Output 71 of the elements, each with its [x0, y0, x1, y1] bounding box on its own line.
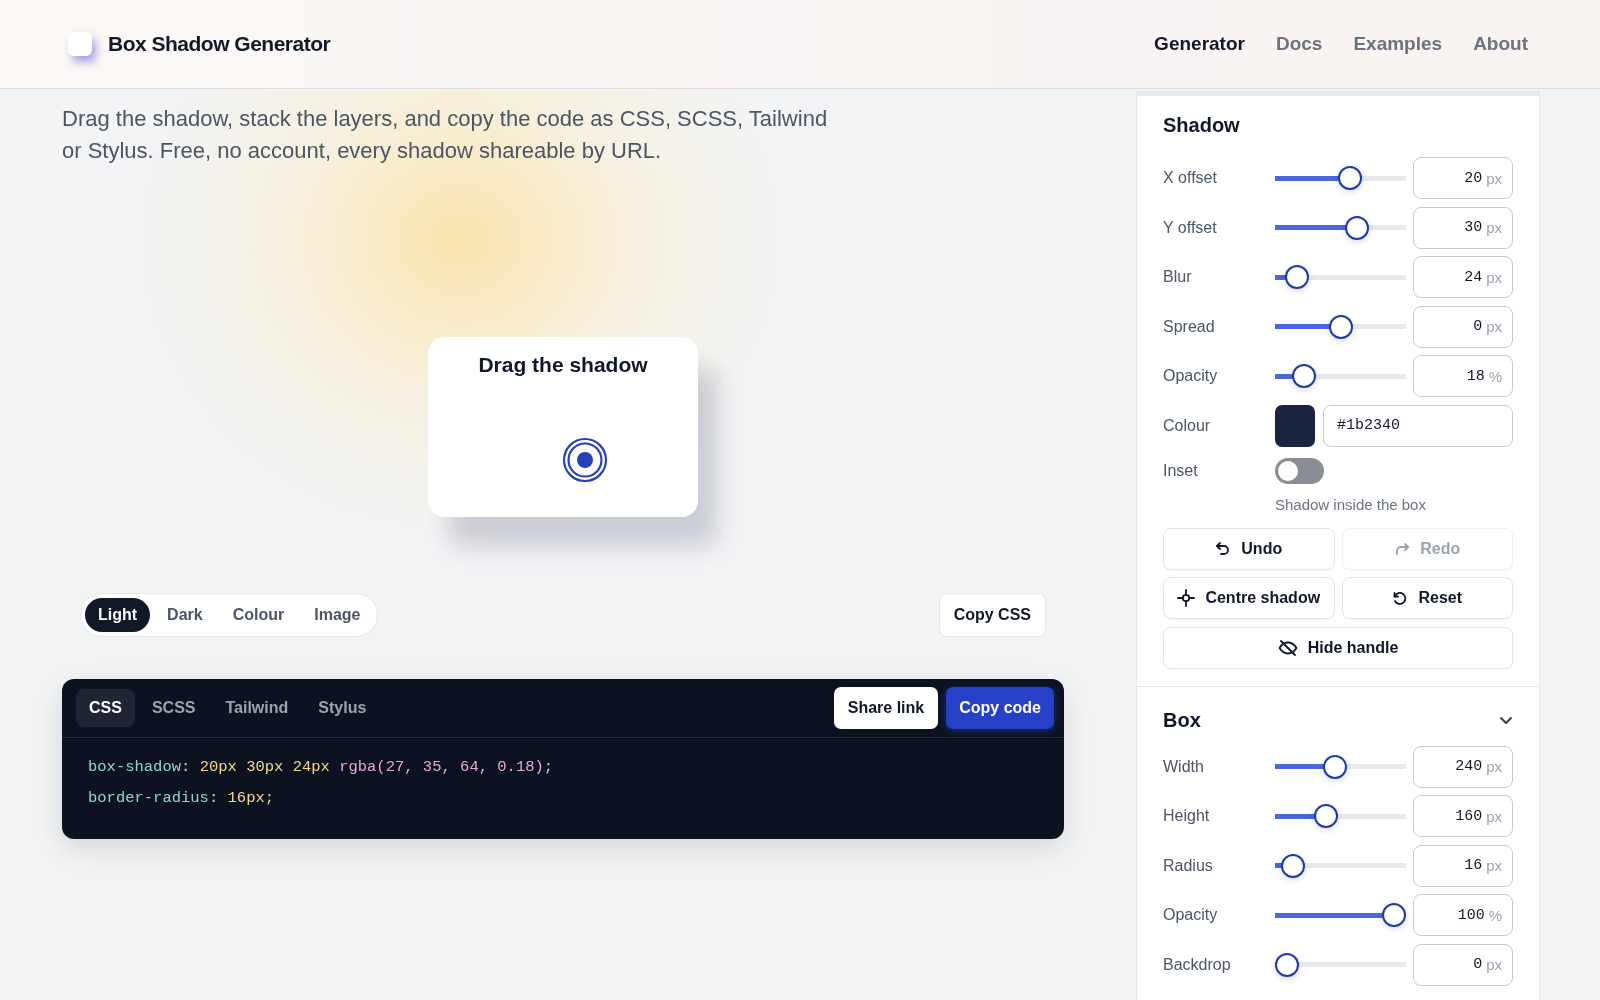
slider-label: Spread [1163, 317, 1216, 336]
code-tab[interactable]: CSS [76, 689, 135, 727]
card-title: Drag the shadow [478, 353, 648, 378]
colour-label: Colour [1163, 416, 1212, 435]
background-option[interactable]: Light [85, 598, 151, 632]
value-field[interactable]: 0 px [1413, 305, 1513, 348]
section-title: Shadow [1163, 114, 1241, 137]
inset-hint: Shadow inside the box [1275, 495, 1427, 515]
slider-thumb[interactable] [1275, 952, 1299, 977]
crosshair-button[interactable]: Centre shadow [1163, 577, 1335, 619]
reset-icon [1392, 590, 1409, 606]
copy-code-button[interactable]: Copy code [946, 687, 1054, 729]
undo-icon [1215, 540, 1232, 557]
code-tab[interactable]: Tailwind [212, 689, 302, 727]
value-field[interactable]: 30 px [1413, 206, 1513, 249]
copy-css-button[interactable]: Copy CSS [938, 593, 1046, 637]
slider-thumb[interactable] [1328, 314, 1353, 339]
preview-card[interactable]: Drag the shadow [428, 337, 698, 517]
background-option[interactable]: Image [301, 598, 374, 632]
code-line: box-shadow: 20px 30px 24px rgba(27, 35, 64, 0.18); [88, 758, 555, 778]
drag-handle-icon[interactable] [562, 437, 608, 483]
slider-label: X offset [1163, 169, 1218, 187]
intro-text: Drag the shadow, stack the layers, and copy the code as CSS, SCSS, Tailwind or Stylus. Free, no account, every shadow shareable by URL. [62, 105, 829, 165]
slider-label: Opacity [1163, 367, 1219, 385]
slider-label: Backdrop [1163, 955, 1232, 974]
section-title: Box [1163, 708, 1201, 732]
value-field[interactable]: 24 px [1413, 256, 1513, 298]
slider-thumb[interactable] [1284, 265, 1309, 289]
value-field[interactable]: 18 % [1413, 355, 1513, 397]
nav-link[interactable]: About [1473, 33, 1528, 55]
code-tab[interactable]: Stylus [305, 689, 380, 727]
inset-toggle[interactable] [1275, 458, 1324, 484]
background-option[interactable]: Colour [219, 598, 298, 632]
slider-thumb[interactable] [1313, 804, 1338, 828]
share-link-button[interactable]: Share link [833, 687, 939, 729]
background-option[interactable]: Dark [154, 598, 216, 632]
slider-label: Blur [1163, 268, 1193, 286]
slider-label: Height [1163, 807, 1211, 825]
slider-thumb[interactable] [1281, 853, 1306, 878]
site-title[interactable]: Box Shadow Generator [108, 32, 331, 56]
slider-thumb[interactable] [1344, 215, 1369, 240]
nav-link[interactable]: Examples [1353, 33, 1443, 55]
slider-thumb[interactable] [1323, 754, 1348, 779]
slider-label: Width [1163, 757, 1205, 776]
undo-button[interactable]: Undo [1163, 527, 1335, 570]
chevron-icon[interactable] [1499, 715, 1513, 725]
inset-label: Inset [1163, 462, 1199, 480]
eye-off-icon [1277, 638, 1298, 657]
slider-thumb[interactable] [1292, 364, 1317, 388]
redo-icon [1394, 540, 1411, 557]
slider-thumb[interactable] [1382, 903, 1406, 927]
code-tab[interactable]: SCSS [138, 689, 209, 727]
code-line: border-radius: 16px; [88, 789, 276, 809]
value-field[interactable]: 160 px [1413, 795, 1513, 837]
nav-link[interactable]: Generator [1154, 33, 1245, 55]
value-field[interactable]: 16 px [1413, 844, 1513, 887]
hex-field[interactable]: #1b2340 [1323, 404, 1513, 447]
slider-thumb[interactable] [1338, 166, 1363, 190]
crosshair-icon [1177, 589, 1196, 607]
value-field[interactable]: 20 px [1413, 157, 1513, 199]
logo-icon [68, 32, 92, 56]
value-field[interactable]: 240 px [1413, 745, 1513, 788]
eye-off-button[interactable]: Hide handle [1163, 626, 1513, 669]
slider-label: Opacity [1163, 906, 1219, 924]
slider-label: Radius [1163, 856, 1214, 875]
value-field[interactable]: 0 px [1413, 943, 1513, 986]
slider-label: Y offset [1163, 218, 1218, 237]
reset-button[interactable]: Reset [1341, 577, 1513, 619]
colour-swatch[interactable] [1275, 404, 1315, 447]
nav-link[interactable]: Docs [1275, 33, 1323, 55]
value-field[interactable]: 100 % [1413, 894, 1513, 936]
